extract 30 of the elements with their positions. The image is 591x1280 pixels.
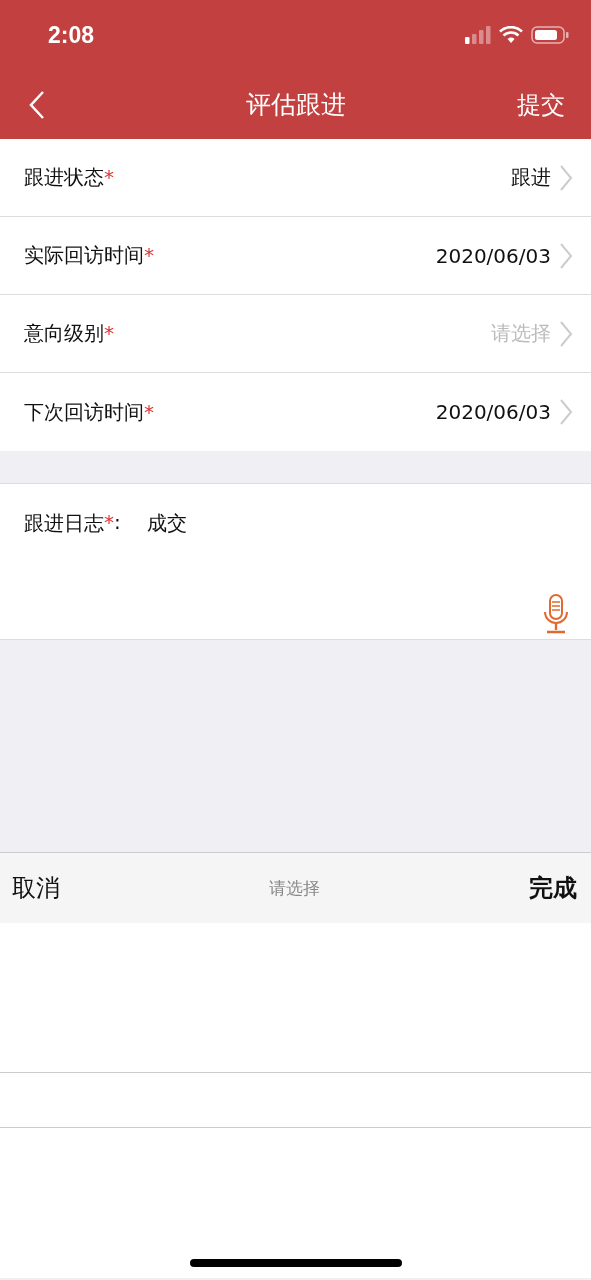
signal-icon: [465, 26, 491, 44]
picker-title: 请选择: [269, 876, 320, 900]
page-title: 评估跟进: [245, 89, 346, 121]
cancel-button[interactable]: 取消: [12, 872, 60, 904]
done-button[interactable]: 完成: [529, 872, 577, 904]
microphone-icon[interactable]: [543, 594, 569, 634]
submit-button[interactable]: 提交: [517, 88, 565, 121]
field-label: 跟进日志: [24, 510, 104, 537]
chevron-right-icon: [559, 241, 573, 270]
field-label: 跟进状态: [24, 165, 104, 189]
field-label: 意向级别: [24, 321, 104, 345]
required-mark: *: [104, 321, 114, 345]
wifi-icon: [499, 26, 523, 44]
field-value[interactable]: 2020/06/03: [435, 243, 551, 268]
field-value[interactable]: 2020/06/03: [435, 400, 551, 424]
chevron-right-icon: [559, 163, 573, 192]
chevron-right-icon: [559, 398, 573, 426]
back-button[interactable]: [28, 89, 46, 120]
required-mark: *: [144, 243, 154, 267]
required-mark: *: [144, 399, 154, 424]
status-time: 2:08: [48, 21, 95, 49]
field-label: 实际回访时间: [24, 243, 144, 267]
battery-icon: [531, 26, 569, 44]
log-text[interactable]: 成交: [146, 510, 187, 537]
field-label: 下次回访时间: [24, 399, 144, 424]
field-value[interactable]: 跟进: [511, 164, 551, 191]
chevron-right-icon: [559, 319, 573, 348]
label-colon: :: [114, 510, 121, 534]
required-mark: *: [104, 510, 114, 534]
required-mark: *: [104, 165, 114, 189]
